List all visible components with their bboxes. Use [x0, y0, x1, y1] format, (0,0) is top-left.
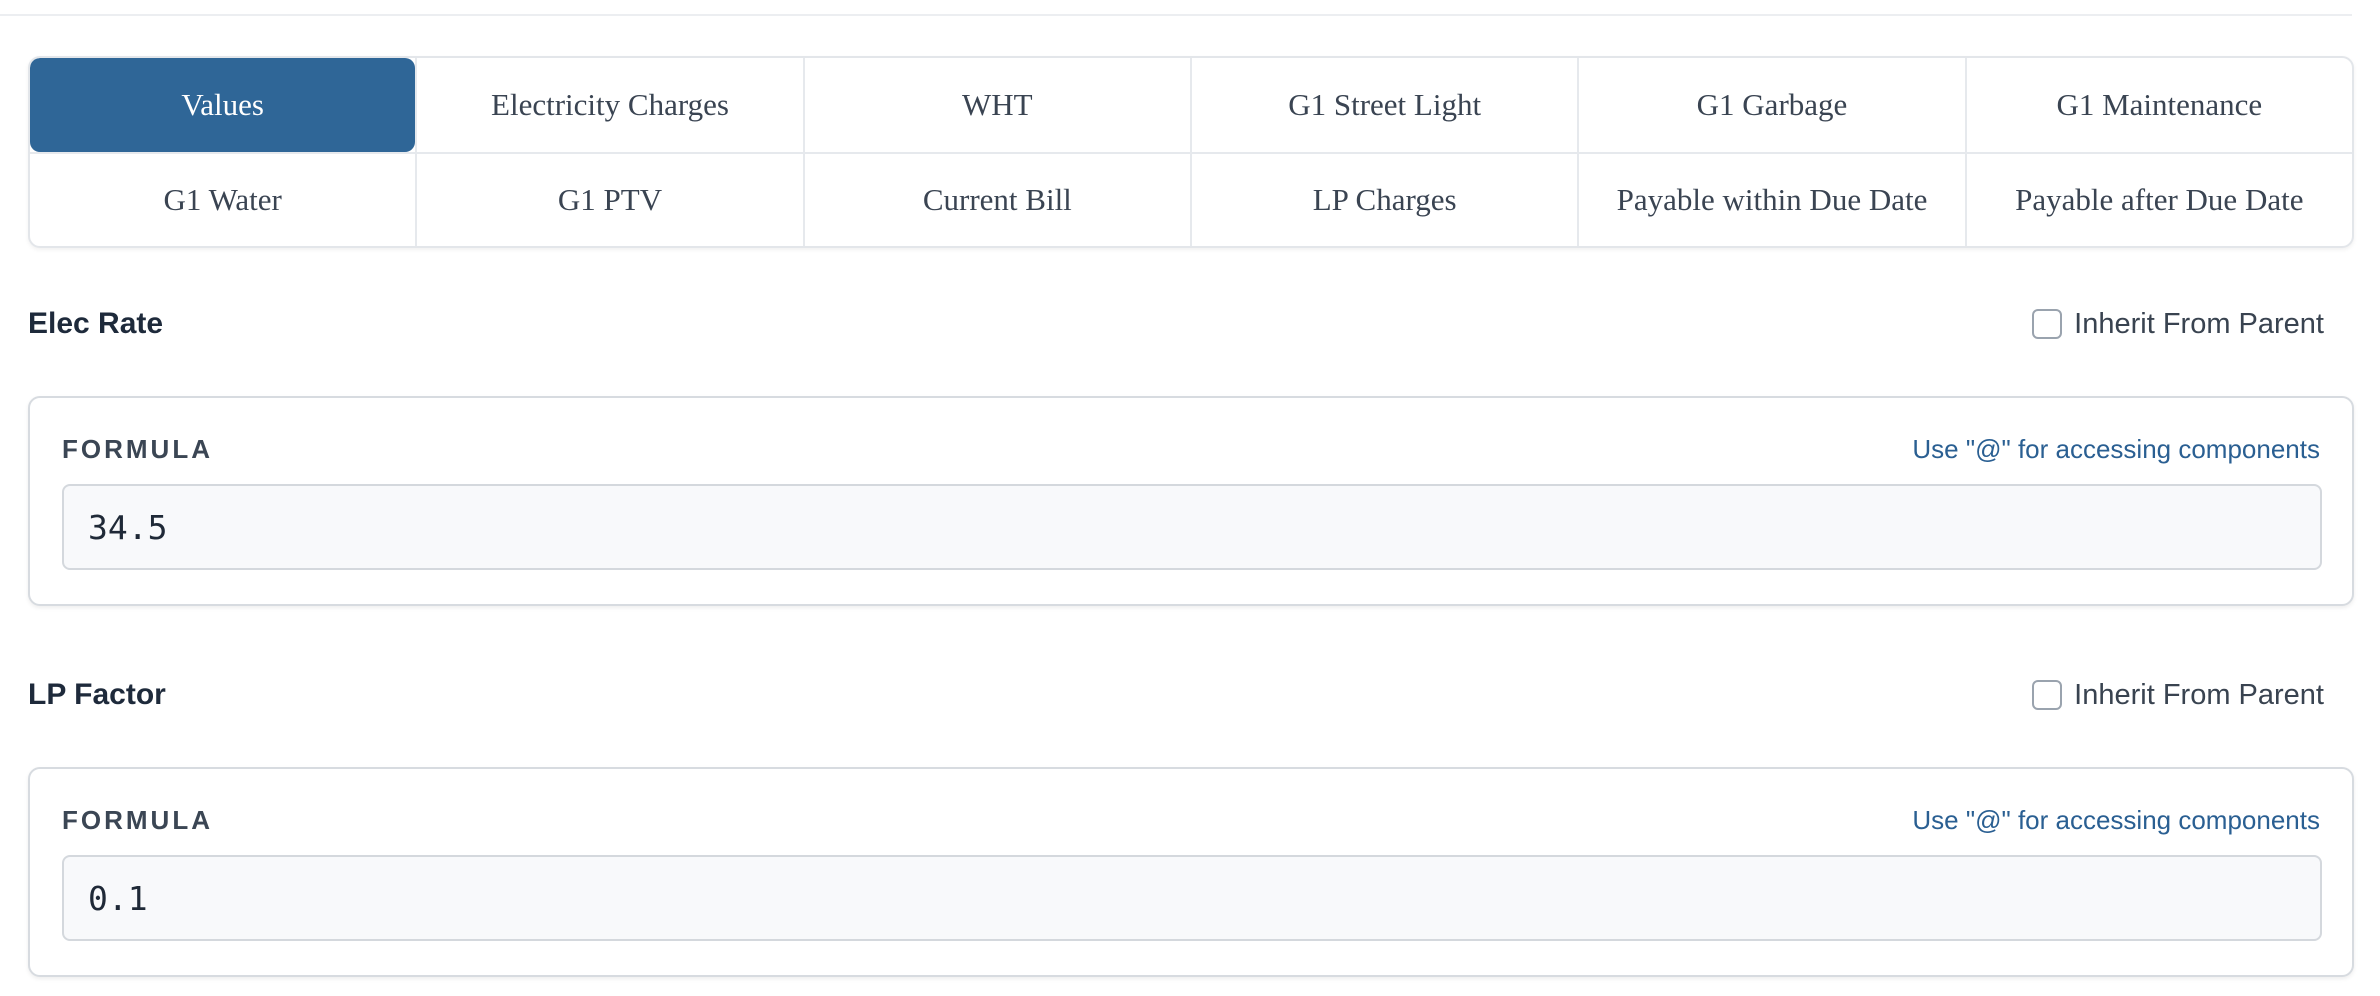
- tab-g1-water[interactable]: G1 Water: [30, 154, 415, 246]
- tab-current-bill[interactable]: Current Bill: [802, 154, 1190, 246]
- tab-wht[interactable]: WHT: [802, 58, 1190, 152]
- tab-g1-maintenance[interactable]: G1 Maintenance: [1964, 58, 2352, 152]
- tab-row-1: Values Electricity Charges WHT G1 Street…: [30, 58, 2352, 152]
- tab-grid: Values Electricity Charges WHT G1 Street…: [28, 56, 2354, 248]
- inherit-toggle-elec-rate[interactable]: Inherit From Parent: [2032, 308, 2324, 341]
- inherit-label: Inherit From Parent: [2074, 678, 2324, 711]
- inherit-checkbox-lp-factor[interactable]: [2032, 680, 2063, 710]
- tab-electricity-charges[interactable]: Electricity Charges: [415, 58, 802, 152]
- tab-g1-ptv[interactable]: G1 PTV: [415, 154, 802, 246]
- formula-hint: Use "@" for accessing components: [1912, 805, 2320, 835]
- top-divider: [0, 14, 2352, 16]
- formula-hint: Use "@" for accessing components: [1912, 434, 2320, 464]
- formula-input-lp-factor[interactable]: [62, 855, 2322, 941]
- field-title-lp-factor: LP Factor: [28, 678, 166, 711]
- tab-lp-charges[interactable]: LP Charges: [1189, 154, 1577, 246]
- elec-rate-header: Elec Rate Inherit From Parent: [28, 294, 2354, 354]
- field-title-elec-rate: Elec Rate: [28, 307, 164, 340]
- inherit-toggle-lp-factor[interactable]: Inherit From Parent: [2032, 679, 2324, 712]
- inherit-checkbox-elec-rate[interactable]: [2032, 309, 2063, 339]
- tab-values[interactable]: Values: [30, 58, 416, 152]
- formula-card-lp-factor: FORMULA Use "@" for accessing components: [28, 767, 2354, 977]
- tab-row-2: G1 Water G1 PTV Current Bill LP Charges …: [30, 152, 2352, 246]
- formula-card-elec-rate: FORMULA Use "@" for accessing components: [28, 396, 2354, 606]
- tab-payable-after-due-date[interactable]: Payable after Due Date: [1964, 154, 2352, 246]
- lp-factor-header: LP Factor Inherit From Parent: [28, 665, 2354, 725]
- tab-g1-street-light[interactable]: G1 Street Light: [1189, 58, 1577, 152]
- inherit-label: Inherit From Parent: [2074, 307, 2324, 340]
- tab-g1-garbage[interactable]: G1 Garbage: [1577, 58, 1964, 152]
- formula-label: FORMULA: [62, 805, 213, 835]
- tab-payable-within-due-date[interactable]: Payable within Due Date: [1577, 154, 1964, 246]
- formula-label: FORMULA: [62, 434, 213, 464]
- formula-input-elec-rate[interactable]: [62, 484, 2322, 570]
